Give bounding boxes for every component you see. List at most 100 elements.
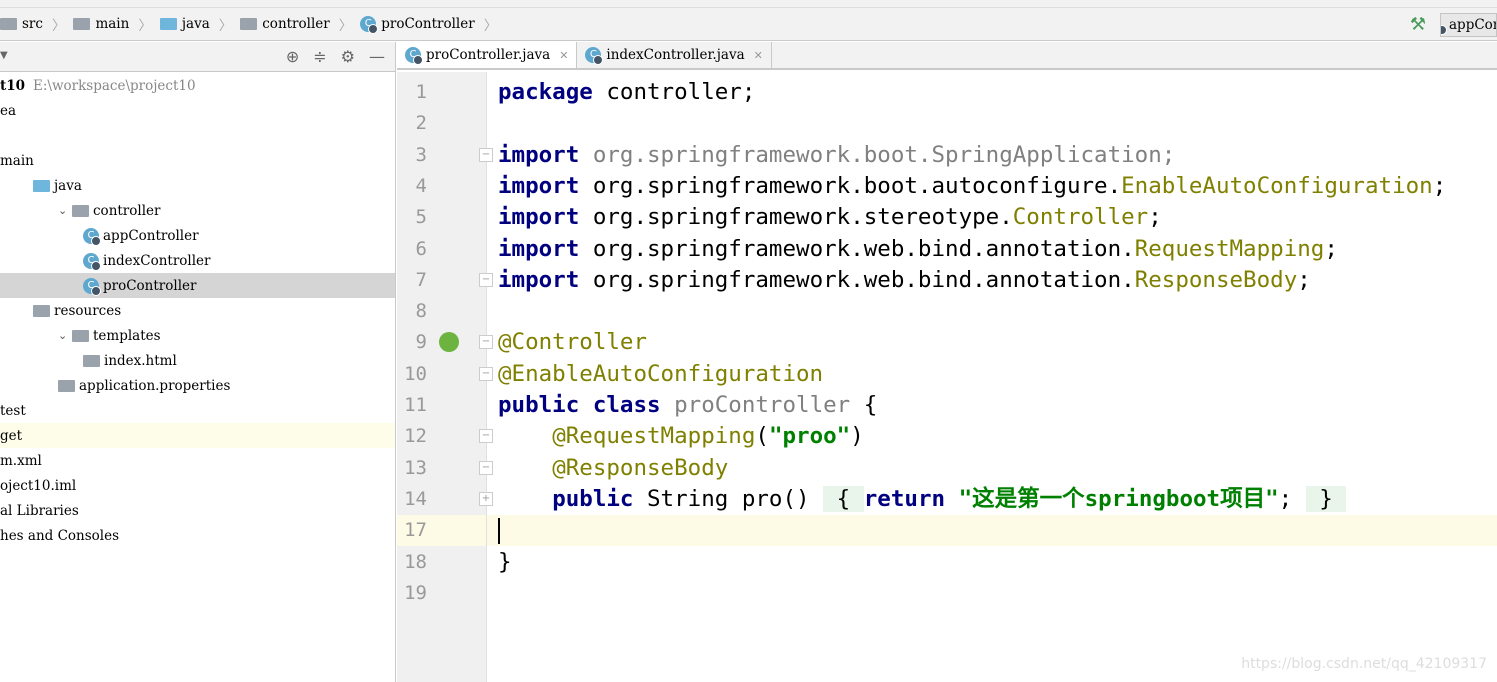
- code-token: @EnableAutoConfiguration: [498, 360, 824, 387]
- tree-item[interactable]: index.html: [0, 348, 395, 373]
- project-root[interactable]: t10 E:\workspace\project10: [0, 73, 395, 98]
- code-token: import: [498, 266, 580, 293]
- breadcrumb-item[interactable]: java 〉: [159, 14, 232, 34]
- line-number-row: 11: [397, 390, 486, 421]
- settings-gear-icon[interactable]: ⚙: [341, 47, 355, 66]
- file-icon: [83, 354, 100, 367]
- hide-icon[interactable]: —: [369, 47, 385, 66]
- chevron-right-icon: 〉: [483, 18, 498, 34]
- tree-item[interactable]: resources: [0, 298, 395, 323]
- breadcrumb-label: main: [95, 16, 130, 32]
- line-number: 3: [415, 143, 427, 166]
- code-token: ResponseBody: [1134, 266, 1298, 293]
- code-token: @RequestMapping: [552, 423, 756, 450]
- code-token: String pro(): [633, 485, 824, 512]
- project-header: ▼ ⊕ ≑ ⚙ —: [0, 42, 395, 72]
- tree-item-label: appController: [103, 227, 199, 244]
- code-token: ;: [1432, 172, 1447, 199]
- tree-item[interactable]: java: [0, 173, 395, 198]
- tree-item[interactable]: hes and Consoles: [0, 523, 395, 548]
- collapse-all-icon[interactable]: ≑: [313, 47, 326, 66]
- code-token: }: [498, 548, 512, 575]
- close-icon[interactable]: ✕: [754, 49, 763, 62]
- tree-item[interactable]: CproController: [0, 273, 395, 298]
- tree-item[interactable]: CappController: [0, 223, 395, 248]
- code-token: {: [850, 392, 878, 418]
- line-number: 12: [404, 425, 427, 448]
- code-token: "proo": [768, 423, 851, 450]
- folder-icon: [73, 18, 91, 30]
- tree-item[interactable]: CindexController: [0, 248, 395, 273]
- code-line: public String pro() { return "这是第一个sprin…: [487, 484, 1497, 515]
- code-token: controller;: [592, 79, 756, 105]
- editor-tab[interactable]: CindexController.java ✕: [577, 42, 772, 68]
- line-number-row: 12: [397, 421, 486, 452]
- tab-label: indexController.java: [606, 47, 745, 63]
- tree-item-label: test: [0, 402, 26, 419]
- code-token: (: [755, 423, 769, 450]
- run-configuration-select[interactable]: appController: [1440, 12, 1497, 37]
- chevron-down-icon[interactable]: ⌄: [58, 204, 72, 217]
- line-number: 4: [415, 174, 427, 197]
- tree-item[interactable]: m.xml: [0, 448, 395, 473]
- folder-icon: [72, 329, 89, 342]
- tree-item[interactable]: ⌄ controller: [0, 198, 395, 223]
- folder-icon: [240, 18, 258, 30]
- breadcrumb-item[interactable]: CproController 〉: [360, 14, 497, 34]
- tree-item[interactable]: ea: [0, 98, 395, 123]
- code-token: ;: [1297, 266, 1311, 293]
- locate-icon[interactable]: ⊕: [286, 47, 299, 66]
- tree-item[interactable]: main: [0, 148, 395, 173]
- tree-item[interactable]: al Libraries: [0, 498, 395, 523]
- code-token: ;: [1324, 235, 1338, 262]
- code-token: org.springframework.boot.autoconfigure.: [579, 172, 1122, 199]
- tree-item[interactable]: [0, 123, 395, 148]
- code-line: @ResponseBody: [487, 453, 1497, 484]
- tree-item[interactable]: oject10.iml: [0, 473, 395, 498]
- close-icon[interactable]: ✕: [559, 49, 568, 62]
- line-number: 13: [404, 456, 427, 479]
- tree-item[interactable]: ⌄ templates: [0, 323, 395, 348]
- code-area[interactable]: package controller; import org.springfram…: [487, 72, 1497, 682]
- breadcrumb-item[interactable]: main 〉: [73, 14, 152, 34]
- code-line: import org.springframework.stereotype.Co…: [487, 202, 1497, 233]
- line-number: 6: [415, 237, 427, 260]
- tree-item-label: hes and Consoles: [0, 527, 120, 544]
- chevron-down-icon[interactable]: ⌄: [58, 329, 72, 342]
- tree-item[interactable]: test: [0, 398, 395, 423]
- code-token: import: [498, 204, 580, 231]
- breadcrumb-item[interactable]: controller 〉: [240, 14, 352, 34]
- code-token: package: [498, 79, 593, 105]
- code-token: RequestMapping: [1134, 235, 1325, 262]
- code-token: @ResponseBody: [552, 454, 729, 481]
- code-token: "这是第一个springboot项目": [958, 485, 1279, 512]
- line-number-row: 18: [397, 547, 486, 578]
- line-number: 19: [404, 581, 427, 604]
- code-token: public: [552, 485, 634, 512]
- view-dropdown-icon[interactable]: ▼: [0, 50, 8, 61]
- line-number-row: 6: [397, 234, 486, 265]
- line-number-row: 4: [397, 171, 486, 202]
- tree-item[interactable]: get: [0, 423, 395, 448]
- line-number-row: 3: [397, 140, 486, 171]
- breadcrumb-item[interactable]: src 〉: [0, 14, 65, 34]
- chevron-right-icon: 〉: [138, 18, 152, 34]
- line-number: 11: [404, 394, 427, 416]
- code-line: import org.springframework.boot.SpringAp…: [487, 140, 1497, 171]
- tree-item-label: al Libraries: [0, 502, 79, 519]
- code-token: ): [850, 423, 864, 450]
- gutter: 1 2 3−4 5 6 7−8 9−10−11 12−13−14 +17 18 19: [397, 72, 493, 682]
- breadcrumb-label: controller: [262, 16, 330, 32]
- tree-item[interactable]: application.properties: [0, 373, 395, 398]
- breadcrumb-label: proController: [381, 16, 475, 32]
- breadcrumb-label: java: [181, 16, 210, 32]
- tree-item-label: java: [54, 177, 82, 194]
- line-number: 10: [404, 362, 427, 385]
- build-hammer-icon[interactable]: ⚒: [1410, 14, 1426, 35]
- code-line: [487, 515, 1497, 547]
- code-token: {: [823, 485, 864, 512]
- editor-tab[interactable]: CproController.java ✕: [397, 42, 578, 68]
